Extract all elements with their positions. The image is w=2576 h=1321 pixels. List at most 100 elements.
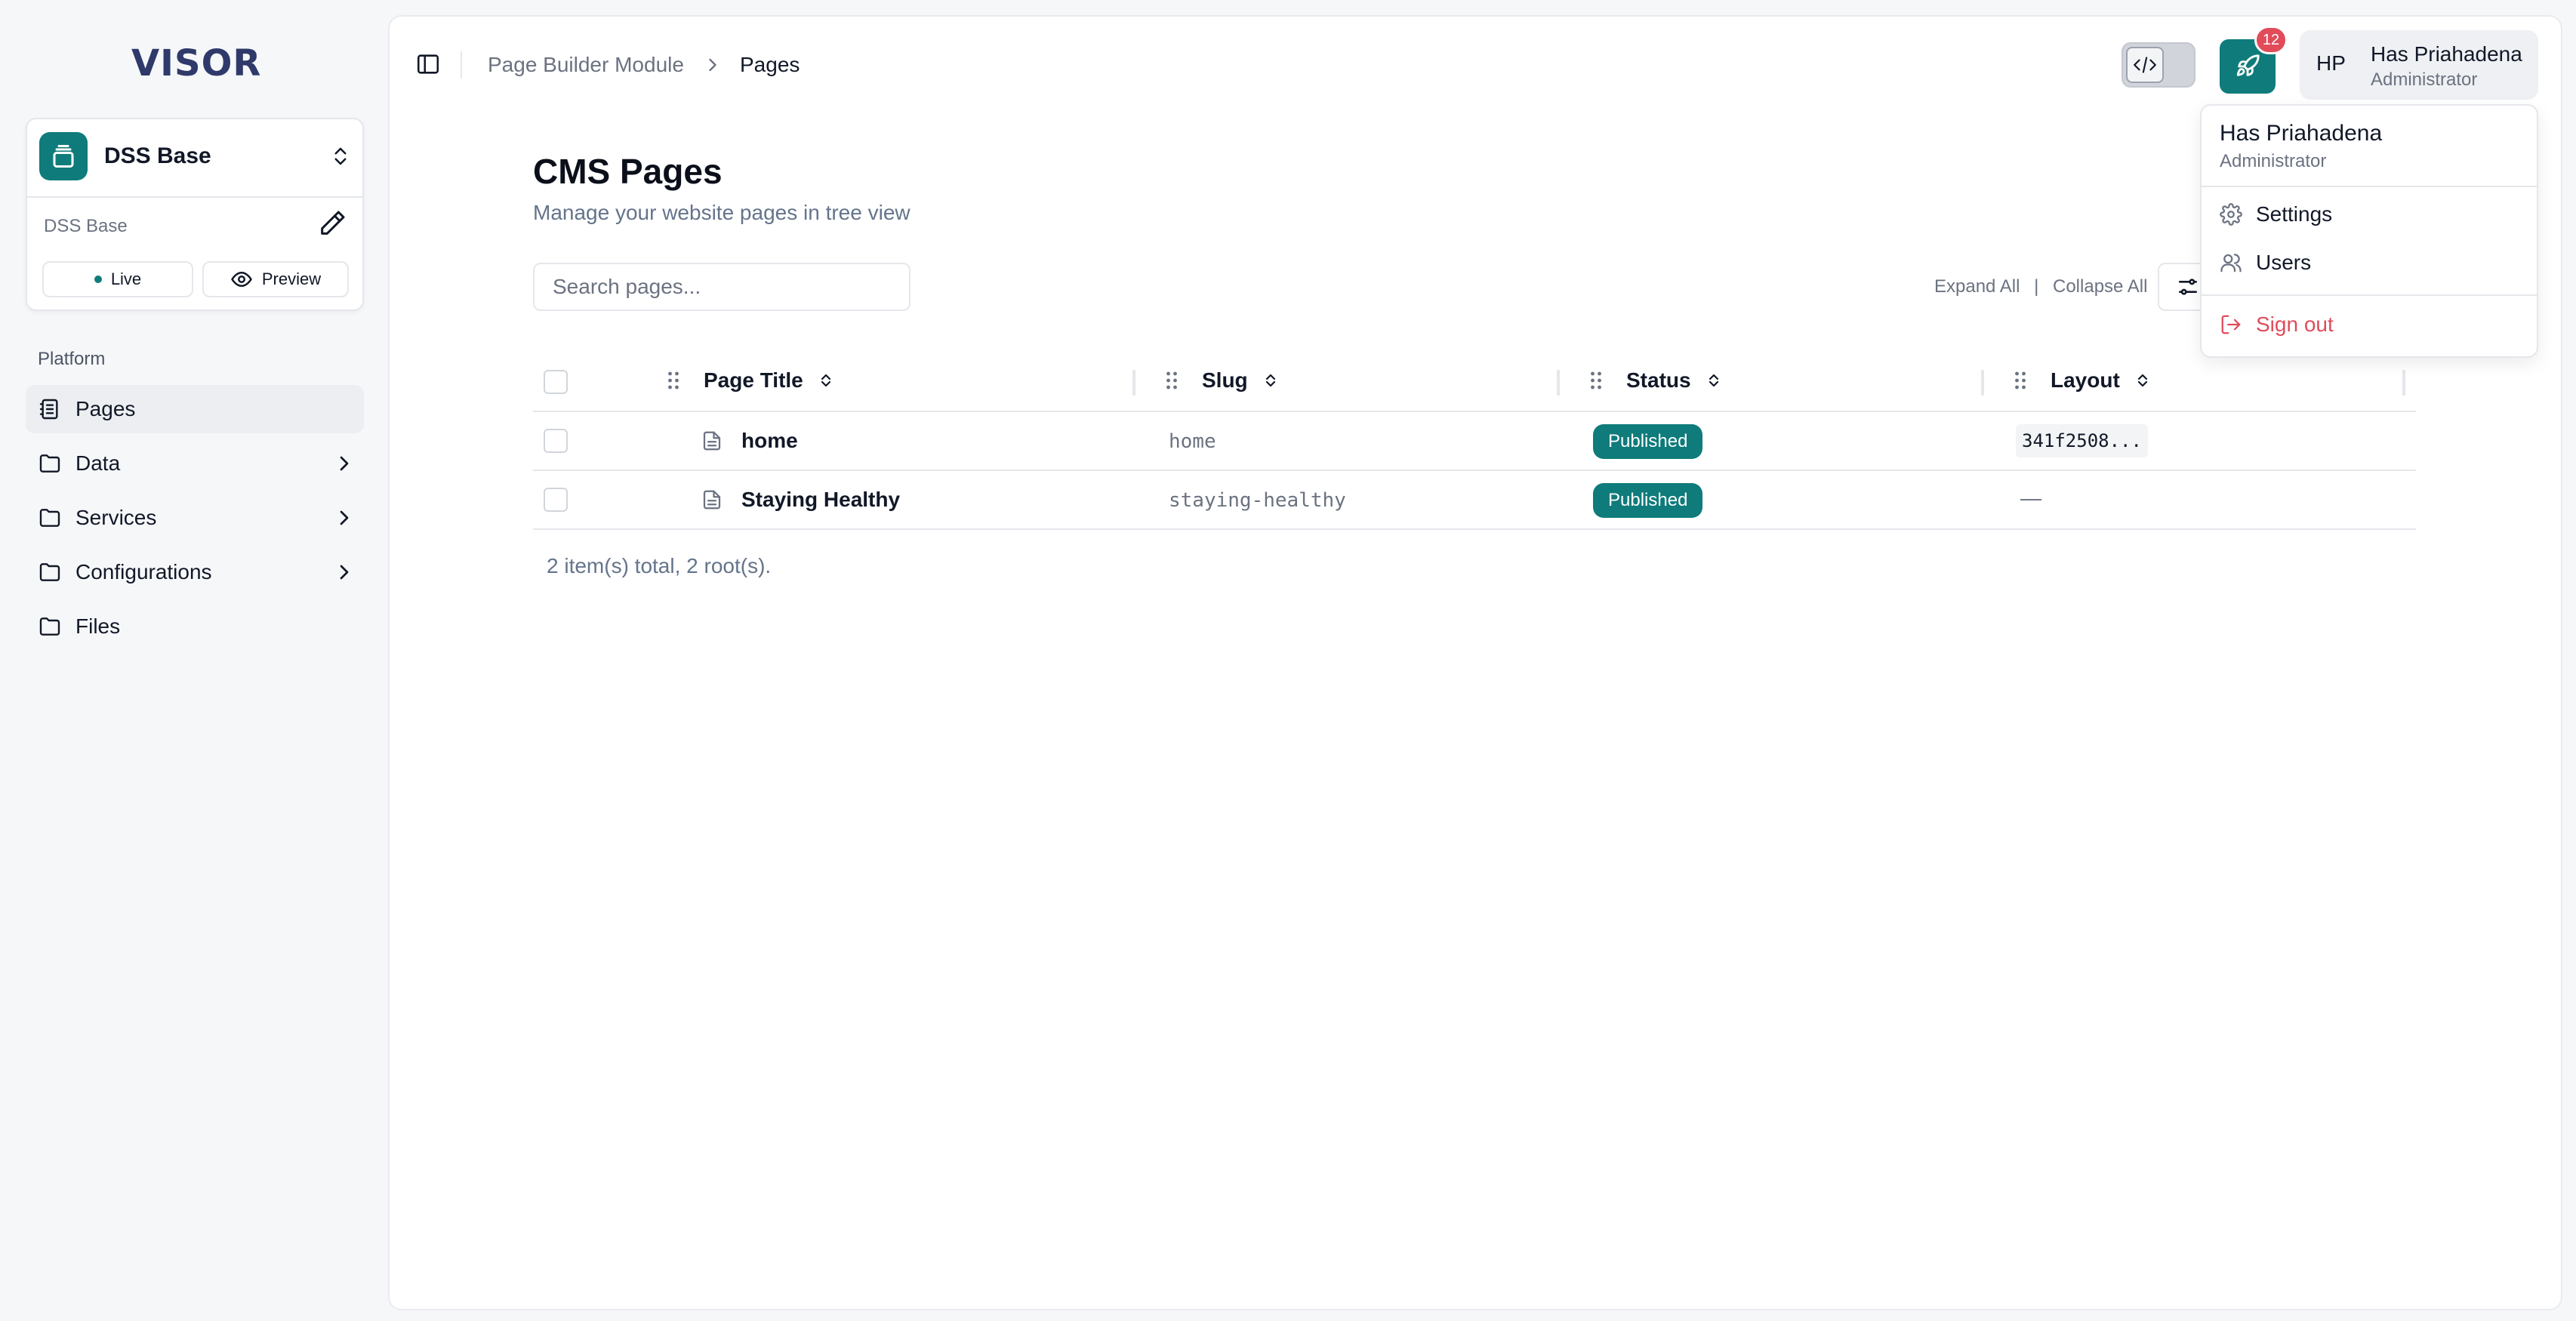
sort-icon[interactable] <box>1262 369 1280 392</box>
table-row[interactable]: home home Published 341f2508... <box>533 412 2416 471</box>
table-summary: 2 item(s) total, 2 root(s). <box>547 554 772 577</box>
sidebar-item-label: Configurations <box>75 560 212 584</box>
workspace-name: DSS Base <box>104 143 211 168</box>
page-title-text: Staying Healthy <box>741 488 901 511</box>
dropdown-user-name: Has Priahadena <box>2220 121 2383 146</box>
sidebar-item-label: Services <box>75 506 157 529</box>
sidebar-item-data[interactable]: Data <box>26 439 364 488</box>
workspace-card: DSS Base DSS Base Live Preview <box>26 118 364 311</box>
sort-icon[interactable] <box>2134 369 2152 392</box>
page-title-cell[interactable]: Staying Healthy <box>701 488 900 512</box>
search-input[interactable] <box>533 263 911 311</box>
live-label: Live <box>110 269 142 288</box>
table-header: Page Title Slug Status Layout <box>533 352 2416 412</box>
sidebar-item-files[interactable]: Files <box>26 602 364 651</box>
chevron-right-icon <box>709 58 716 72</box>
code-icon <box>2134 57 2156 73</box>
row-checkbox[interactable] <box>544 429 568 453</box>
user-name: Has Priahadena <box>2371 42 2522 66</box>
folder-icon <box>39 563 60 581</box>
user-role: Administrator <box>2371 69 2478 90</box>
menu-item-sign-out[interactable]: Sign out <box>2220 313 2334 337</box>
logo-text: VISOR <box>131 42 262 85</box>
column-resizer[interactable] <box>2402 370 2405 396</box>
pencil-icon[interactable] <box>317 208 347 239</box>
table-row[interactable]: Staying Healthy staying-healthy Publishe… <box>533 471 2416 530</box>
pages-table: Page Title Slug Status Layout home home … <box>533 352 2416 530</box>
layout-id-cell: 341f2508... <box>2016 424 2148 457</box>
drag-handle-icon[interactable] <box>2011 369 2029 392</box>
column-header-slug[interactable]: Slug <box>1163 368 1280 393</box>
live-button[interactable]: Live <box>42 261 193 297</box>
drag-handle-icon[interactable] <box>1587 369 1605 392</box>
link-separator: | <box>2034 276 2039 297</box>
sliders-icon <box>2179 279 2197 295</box>
select-all-checkbox[interactable] <box>544 370 568 394</box>
menu-item-label: Users <box>2256 251 2312 274</box>
expand-all-link[interactable]: Expand All <box>1934 276 2020 297</box>
code-knob <box>2126 47 2164 83</box>
file-text-icon <box>703 490 721 510</box>
folder-icon <box>39 617 60 636</box>
column-header-layout[interactable]: Layout <box>2011 368 2152 393</box>
column-header-page-title[interactable]: Page Title <box>664 368 835 393</box>
layout-empty-cell: — <box>2020 486 2041 510</box>
collapse-all-link[interactable]: Collapse All <box>2053 276 2147 297</box>
workspace-divider <box>27 196 362 198</box>
sidebar-item-label: Files <box>75 614 121 638</box>
topbar-divider <box>461 51 462 79</box>
dropdown-user-role: Administrator <box>2220 151 2327 171</box>
menu-item-users[interactable]: Users <box>2220 251 2311 275</box>
column-label: Page Title <box>704 368 803 392</box>
dropdown-divider <box>2202 294 2537 296</box>
visor-logo[interactable]: VISOR <box>131 44 260 83</box>
toggle-sidebar-icon[interactable] <box>415 51 441 77</box>
column-label: Layout <box>2051 368 2120 392</box>
slug-cell: home <box>1169 430 1216 453</box>
sign-out-icon <box>2221 315 2241 334</box>
rocket-icon <box>2236 54 2260 76</box>
sidebar-item-label: Pages <box>75 397 136 420</box>
column-resizer[interactable] <box>1132 370 1135 396</box>
menu-item-label: Sign out <box>2256 313 2334 336</box>
preview-button[interactable]: Preview <box>202 261 349 297</box>
chevron-right-icon <box>340 510 349 525</box>
workspace-switcher[interactable]: DSS Base <box>39 131 352 181</box>
notification-badge: 12 <box>2254 26 2288 54</box>
sidebar-item-configurations[interactable]: Configurations <box>26 548 364 596</box>
platform-section-label: Platform <box>38 349 106 369</box>
column-resizer[interactable] <box>1557 370 1560 396</box>
breadcrumb-page-builder[interactable]: Page Builder Module <box>488 53 684 77</box>
users-icon <box>2220 254 2242 273</box>
column-header-status[interactable]: Status <box>1587 368 1723 393</box>
column-resizer[interactable] <box>1981 370 1984 396</box>
page-title-cell[interactable]: home <box>701 429 798 453</box>
sort-icon[interactable] <box>817 369 835 392</box>
sort-icon[interactable] <box>1705 369 1723 392</box>
drag-handle-icon[interactable] <box>664 369 683 392</box>
live-dot-icon <box>94 276 102 283</box>
menu-item-settings[interactable]: Settings <box>2220 202 2332 226</box>
page-title-text: home <box>741 429 798 452</box>
breadcrumb-pages: Pages <box>740 53 800 76</box>
row-checkbox[interactable] <box>544 488 568 512</box>
page-subtitle: Manage your website pages in tree view <box>533 201 911 224</box>
file-text-icon <box>703 431 721 451</box>
column-label: Status <box>1626 368 1691 392</box>
sidebar: VISOR DSS Base DSS Base Live Preview Pla… <box>0 0 387 1321</box>
user-menu-trigger[interactable]: HP Has Priahadena Administrator <box>2300 30 2538 100</box>
tree-controls: Expand All | Collapse All <box>1930 276 2152 297</box>
preview-label: Preview <box>261 269 322 288</box>
workspace-sublabel: DSS Base <box>44 216 128 236</box>
folder-icon <box>39 509 60 527</box>
sidebar-item-pages[interactable]: Pages <box>26 385 364 433</box>
column-label: Slug <box>1202 368 1248 392</box>
slug-cell: staying-healthy <box>1169 489 1346 512</box>
workspace-icon <box>39 132 88 180</box>
drag-handle-icon[interactable] <box>1163 369 1181 392</box>
dropdown-divider <box>2202 186 2537 187</box>
chevron-right-icon <box>340 456 349 471</box>
code-view-toggle[interactable] <box>2122 42 2195 88</box>
sidebar-item-label: Data <box>75 451 121 475</box>
sidebar-item-services[interactable]: Services <box>26 494 364 542</box>
